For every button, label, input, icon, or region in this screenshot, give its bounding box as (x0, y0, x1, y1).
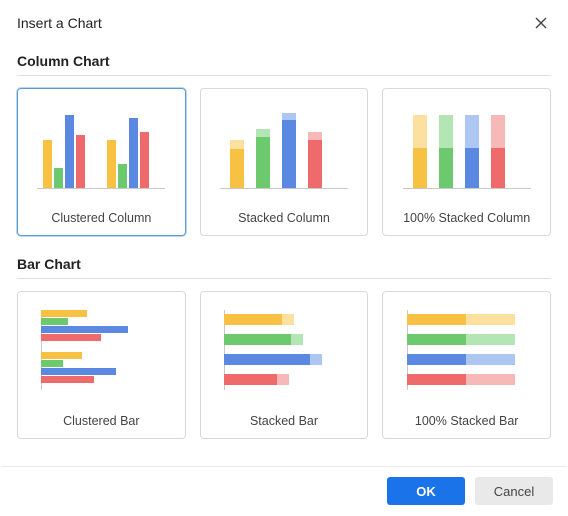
thumb-100-stacked-bar (397, 300, 537, 404)
card-stacked-column[interactable]: Stacked Column (200, 88, 369, 236)
card-100-stacked-bar[interactable]: 100% Stacked Bar (382, 291, 551, 439)
thumb-stacked-bar (214, 300, 354, 404)
thumb-clustered-column (31, 97, 171, 201)
section-divider (17, 75, 551, 76)
section-title-column: Column Chart (17, 53, 551, 69)
card-label: Stacked Bar (250, 414, 318, 428)
card-100-stacked-column[interactable]: 100% Stacked Column (382, 88, 551, 236)
ok-button[interactable]: OK (387, 477, 465, 505)
thumb-100-stacked-column (397, 97, 537, 201)
card-clustered-bar[interactable]: Clustered Bar (17, 291, 186, 439)
card-stacked-bar[interactable]: Stacked Bar (200, 291, 369, 439)
card-label: Clustered Column (51, 211, 151, 225)
column-chart-grid: Clustered Column (17, 88, 551, 236)
thumb-stacked-column (214, 97, 354, 201)
section-title-bar: Bar Chart (17, 256, 551, 272)
cancel-button[interactable]: Cancel (475, 477, 553, 505)
thumb-clustered-bar (31, 300, 171, 404)
dialog-header: Insert a Chart (1, 1, 567, 41)
dialog-body[interactable]: Column Chart (1, 41, 567, 466)
card-label: 100% Stacked Column (403, 211, 530, 225)
card-label: Clustered Bar (63, 414, 139, 428)
bar-chart-grid: Clustered Bar S (17, 291, 551, 439)
close-icon (535, 17, 547, 29)
insert-chart-dialog: Insert a Chart Column Chart (0, 0, 568, 516)
card-label: Stacked Column (238, 211, 330, 225)
dialog-title: Insert a Chart (17, 15, 102, 31)
card-clustered-column[interactable]: Clustered Column (17, 88, 186, 236)
section-divider (17, 278, 551, 279)
dialog-footer: OK Cancel (1, 466, 567, 515)
card-label: 100% Stacked Bar (415, 414, 519, 428)
close-button[interactable] (531, 13, 551, 33)
